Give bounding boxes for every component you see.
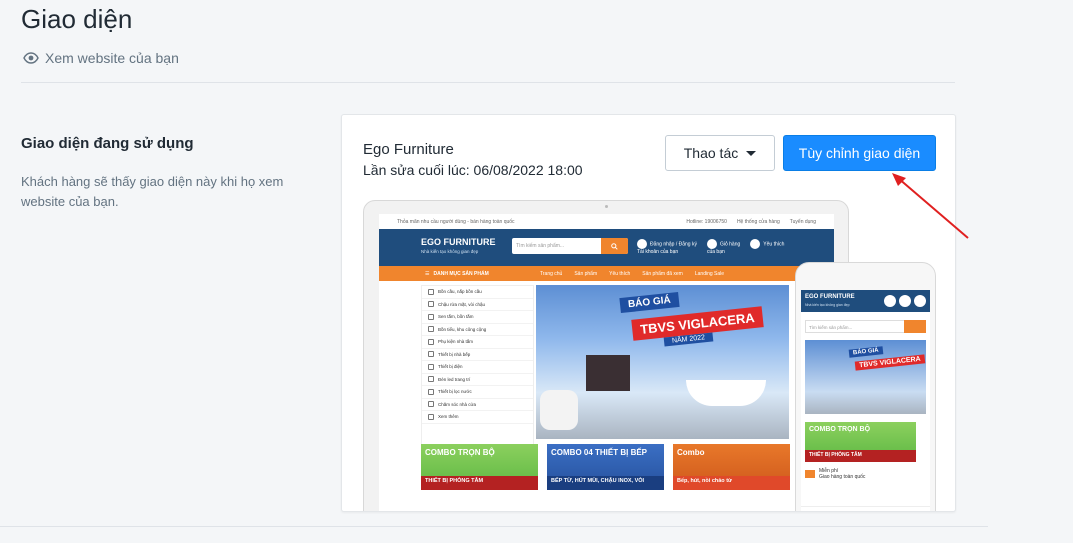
- preview-category-item: Bồn tiểu, khu công cộng: [422, 324, 533, 336]
- preview-nav-item: Landing Sale: [694, 270, 725, 277]
- preview-promo-cooker: Combo Bếp, hút, nồi chảo từ: [673, 444, 790, 490]
- preview-wishlist-label: Yêu thích: [763, 241, 785, 248]
- banner-cabinet-shape: [586, 355, 630, 391]
- desktop-preview-screen: Thỏa mãn nhu cầu người dùng - bán hàng t…: [379, 214, 834, 511]
- page-title: Giao diện: [21, 4, 133, 34]
- user-icon: [910, 510, 917, 511]
- search-icon: [611, 242, 618, 250]
- menu-icon: [914, 295, 926, 307]
- preview-category-item: Phụ kiện nhà tắm: [422, 336, 533, 349]
- truck-icon: [805, 470, 815, 478]
- preview-category-menu: Bồn cầu, nắp bồn cầu Chậu rửa mặt, vòi c…: [421, 285, 534, 445]
- banner-toilet-shape: [540, 390, 578, 430]
- mobile-preview-promo: COMBO TRỌN BỘ THIẾT BỊ PHÒNG TẮM: [805, 422, 916, 462]
- preview-promo-bathroom: COMBO TRỌN BỘ THIẾT BỊ PHÒNG TẮM: [421, 444, 538, 490]
- preview-topbar: Thỏa mãn nhu cầu người dùng - bán hàng t…: [379, 214, 834, 229]
- preview-nav: ☰ DANH MỤC SẢN PHẨM Trang chủ Sản phẩm Y…: [379, 266, 834, 281]
- view-website-link[interactable]: Xem website của bạn: [23, 50, 179, 66]
- mobile-preview-header: EGO FURNITURE Nhà kiến tạo không gian đẹ…: [801, 290, 930, 312]
- heart-icon: [846, 510, 853, 511]
- preview-topbar-left: Thỏa mãn nhu cầu người dùng - bán hàng t…: [397, 218, 515, 225]
- mobile-preview-banner: BÁO GIÁ TBVS VIGLACERA: [805, 340, 926, 414]
- theme-last-edited: Lần sửa cuối lúc: 06/08/2022 18:00: [363, 162, 583, 178]
- preview-nav-item: Yêu thích: [609, 270, 631, 277]
- promo2-title: COMBO 04 THIẾT BỊ BẾP: [551, 448, 648, 457]
- preview-header: EGO FURNITURE Nhà kiến tạo không gian đẹ…: [379, 229, 834, 266]
- bottom-divider: [0, 526, 988, 527]
- banner-bathtub-shape: [686, 380, 766, 406]
- preview-hero-banner: BÁO GIÁ TBVS VIGLACERA NĂM 2022: [536, 285, 789, 439]
- bag-icon: [878, 510, 885, 511]
- mobile-banner-line-2: TBVS VIGLACERA: [854, 354, 926, 371]
- eye-icon: [23, 52, 39, 64]
- view-website-label: Xem website của bạn: [45, 50, 179, 66]
- desktop-preview: Thỏa mãn nhu cầu người dùng - bán hàng t…: [363, 200, 849, 511]
- preview-jobs: Tuyển dụng: [789, 218, 816, 225]
- user-icon: [637, 239, 647, 249]
- home-icon: [814, 510, 821, 511]
- customize-theme-button[interactable]: Tùy chỉnh giao diện: [783, 135, 936, 171]
- preview-category-item: Chăm sóc nhà cửa: [422, 399, 533, 411]
- promo2-sub: BẾP TỪ, HÚT MÙI, CHẬU INOX, VÒI: [551, 478, 645, 484]
- caret-down-icon: [746, 150, 757, 156]
- mobile-preview-icons: [884, 295, 926, 307]
- promo3-title: Combo: [677, 448, 705, 457]
- cart-icon: [899, 295, 911, 307]
- header-divider: [21, 82, 955, 83]
- mobile-ship-sub: Giao hàng toàn quốc: [819, 474, 866, 480]
- user-icon: [884, 295, 896, 307]
- preview-nav-item: Trang chủ: [540, 270, 563, 277]
- promo3-sub: Bếp, hút, nồi chảo từ: [677, 478, 733, 484]
- preview-nav-item: Sản phẩm đã xem: [642, 270, 683, 277]
- preview-cart-label: Giỏ hàng: [719, 241, 741, 248]
- cart-icon: [706, 239, 717, 249]
- preview-category-item: Sen tắm, bồn tắm: [422, 311, 533, 324]
- section-description: Khách hàng sẽ thấy giao diện này khi họ …: [21, 174, 284, 209]
- red-arrow-annotation-icon: [892, 173, 969, 239]
- mobile-preview-shipping: Miễn phí Giao hàng toàn quốc: [805, 468, 865, 480]
- preview-cart-sub: của bạn: [706, 249, 725, 255]
- mobile-banner-line-1: BÁO GIÁ: [848, 346, 883, 358]
- preview-category-item: Chậu rửa mặt, vòi chậu: [422, 299, 533, 311]
- mobile-preview-logo-tagline: Nhà kiến tạo không gian đẹp: [805, 303, 850, 307]
- preview-logo: EGO FURNITURE: [421, 237, 496, 247]
- preview-category-item: Thiết bị điện: [422, 361, 533, 374]
- preview-stores: Hệ thống cửa hàng: [736, 218, 780, 225]
- preview-account-label: Đăng nhập / Đăng ký: [650, 241, 697, 248]
- heart-icon: [750, 239, 761, 249]
- preview-logo-tagline: Nhà kiến tạo không gian đẹp: [421, 249, 479, 254]
- actions-label: Thao tác: [683, 145, 739, 161]
- current-theme-card: Ego Furniture Lần sửa cuối lúc: 06/08/20…: [341, 114, 956, 512]
- laptop-camera-icon: [605, 205, 608, 208]
- mobile-preview: EGO FURNITURE Nhà kiến tạo không gian đẹ…: [795, 262, 936, 511]
- mobile-promo-title: COMBO TRỌN BỘ: [809, 426, 871, 433]
- preview-promo-kitchen: COMBO 04 THIẾT BỊ BẾP BẾP TỪ, HÚT MÙI, C…: [547, 444, 664, 490]
- mobile-preview-screen: EGO FURNITURE Nhà kiến tạo không gian đẹ…: [801, 290, 930, 511]
- mobile-preview-bottom-nav: [801, 506, 930, 511]
- mobile-preview-search-button: [904, 320, 926, 333]
- actions-dropdown-button[interactable]: Thao tác: [665, 135, 775, 171]
- preview-search-button: [601, 238, 628, 254]
- preview-category-item: Bồn cầu, nắp bồn cầu: [422, 286, 533, 299]
- preview-nav-item: Sản phẩm: [574, 270, 598, 277]
- preview-nav-categories: ☰ DANH MỤC SẢN PHẨM: [425, 270, 489, 277]
- preview-category-item: Xem thêm: [422, 411, 533, 424]
- theme-name: Ego Furniture: [363, 141, 454, 158]
- preview-nav-categories-label: DANH MỤC SẢN PHẨM: [433, 270, 489, 277]
- preview-account-sub: Tài khoản của bạn: [637, 249, 679, 255]
- preview-content: Bồn cầu, nắp bồn cầu Chậu rửa mặt, vòi c…: [379, 281, 834, 511]
- mobile-preview-logo: EGO FURNITURE: [805, 294, 855, 300]
- preview-category-item: Thiết bị nhà bếp: [422, 349, 533, 361]
- section-title: Giao diện đang sử dụng: [21, 135, 194, 152]
- promo1-title: COMBO TRỌN BỘ: [425, 448, 495, 457]
- preview-category-item: Đèn led trang trí: [422, 374, 533, 386]
- preview-hotline: Hotline: 19006750: [686, 218, 727, 225]
- preview-user-area: Đăng nhập / Đăng ký Tài khoản của bạn Giỏ…: [637, 239, 784, 256]
- banner-line-1: BÁO GIÁ: [619, 291, 680, 314]
- preview-category-item: Thiết bị lọc nước: [422, 386, 533, 399]
- promo1-sub: THIẾT BỊ PHÒNG TẮM: [425, 478, 484, 484]
- mobile-promo-sub: THIẾT BỊ PHÒNG TẮM: [809, 452, 862, 458]
